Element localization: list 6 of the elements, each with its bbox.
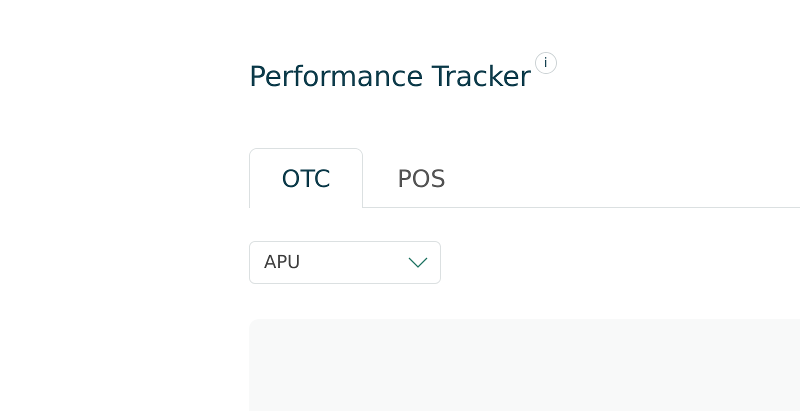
dropdown[interactable]: APU bbox=[249, 241, 441, 284]
tab[interactable]: OTC bbox=[249, 148, 363, 208]
tab[interactable]: POS bbox=[369, 148, 474, 208]
info-icon[interactable]: i bbox=[534, 52, 557, 74]
chevron-down-icon bbox=[408, 256, 428, 268]
page-title: Performance Tracker bbox=[249, 60, 531, 93]
